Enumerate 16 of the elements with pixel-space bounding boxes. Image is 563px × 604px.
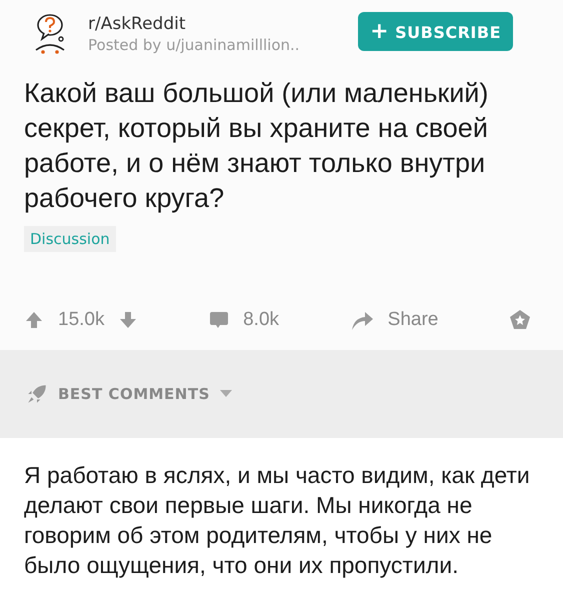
rocket-icon — [26, 383, 48, 405]
comment-text: Я работаю в яслях, и мы часто видим, как дети делают свои первые шаги. Мы никогда не говорим об этом родителям, чтобы у них не было ощущения, что они их пропустили. — [0, 438, 563, 604]
flair-tag[interactable]: Discussion — [24, 226, 116, 252]
share-button[interactable]: Share — [388, 309, 438, 331]
post-title: Какой ваш большой (или маленький) секрет, который вы храните на своей работе, и о нём знают только внутри рабочего круга? — [24, 77, 490, 215]
downvote-icon[interactable] — [118, 310, 138, 330]
caret-icon[interactable] — [220, 390, 232, 398]
comment-count: 8.0k — [243, 309, 280, 331]
subreddit-name[interactable]: r/AskReddit — [88, 14, 358, 34]
sort-dropdown[interactable]: BEST COMMENTS — [58, 385, 210, 403]
posted-by: Posted by u/juaninamilllion.. — [88, 36, 301, 54]
vote-count: 15.0k — [58, 309, 104, 331]
subscribe-button[interactable]: + SUBSCRIBE — [358, 12, 513, 50]
award-icon[interactable] — [508, 309, 531, 331]
comment-icon[interactable] — [209, 310, 230, 330]
upvote-icon[interactable] — [24, 310, 44, 330]
